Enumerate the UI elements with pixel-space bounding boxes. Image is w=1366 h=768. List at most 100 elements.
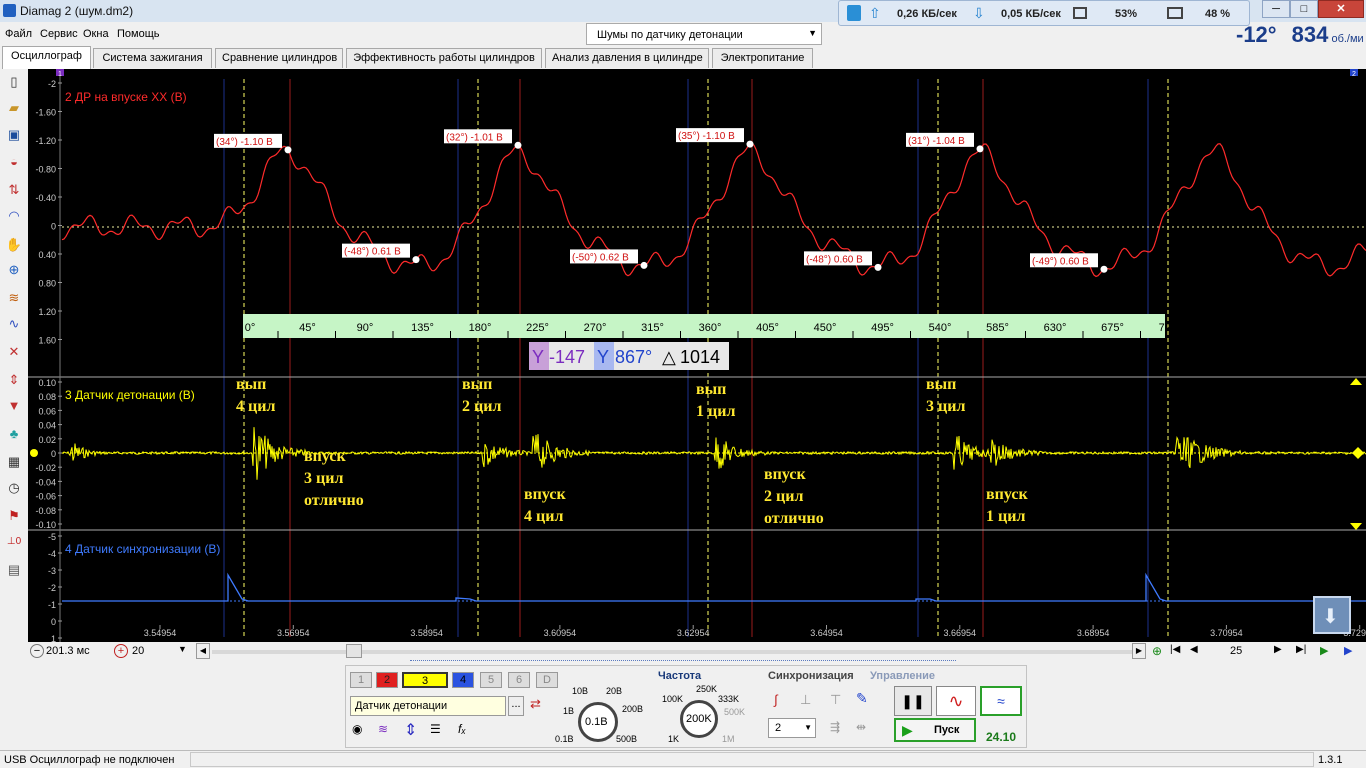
waveform-icon[interactable]: ≋ [378,722,396,740]
table-icon[interactable]: ▦ [4,452,24,472]
continuous-button[interactable]: ≈ [980,686,1022,716]
tab-cylinder-compare[interactable]: Сравнение цилиндров [215,48,343,68]
ch2-trough-label: (-50°) 0.62 В [572,252,629,263]
zoom-in-icon[interactable]: + [114,644,128,658]
notes-icon[interactable]: ▤ [4,560,24,580]
vertical-move-icon[interactable]: ⇕ [404,720,422,739]
degree-tick-label: 180° [469,322,492,334]
lines-icon[interactable]: ☰ [430,722,448,740]
time-tick-label: 3.68954 [1077,628,1110,638]
start-button[interactable]: ▶ Пуск [894,718,976,742]
upload-arrow-icon: ⇧ [869,5,881,21]
channel-digital-button[interactable]: D [536,672,558,688]
tree-icon[interactable]: ♣ [4,424,24,444]
filter-icon[interactable]: ▼ [4,396,24,416]
status-panel [190,752,1314,767]
mode-select[interactable]: Шумы по датчику детонации ▼ [586,23,822,45]
scroll-right-icon[interactable]: ▶ [1132,643,1146,659]
play-icon[interactable]: ▶ [1320,644,1328,657]
new-file-icon[interactable]: ▯ [4,72,24,92]
open-folder-icon[interactable]: ▰ [4,98,24,118]
auto-scale-icon[interactable]: ◒ [4,152,24,172]
ch2-trough-point [1100,265,1108,273]
single-shot-button[interactable]: ∿ [936,686,976,716]
channel-3-button[interactable]: 3 [402,672,448,688]
tab-power[interactable]: Электропитание [712,48,813,68]
freq-1k: 1K [668,734,680,744]
sensor-swap-icon[interactable]: ⇄ [530,696,548,716]
marker-counter: ⊥0 [6,536,22,547]
zoom-out-icon[interactable]: − [30,644,44,658]
channel-1-button[interactable]: 1 [350,672,372,688]
menu-windows[interactable]: Окна [83,28,109,40]
oscilloscope-view[interactable]: -2 -1.60 -1.20 -0.80 -0.40 0 0.40 0.80 1.20 1.60 0… [28,69,1366,642]
cursor-line-icon[interactable]: ⇕ [4,370,24,390]
counter-value: 0 [15,536,22,547]
sync-pulse-up-icon[interactable]: ⊥ [800,692,811,708]
auto-timer-icon[interactable]: ◷ [4,478,24,498]
oscilloscope-canvas[interactable]: -2 -1.60 -1.20 -0.80 -0.40 0 0.40 0.80 1.20 1.60 0… [28,69,1366,642]
eye-icon[interactable]: ◉ [352,722,370,740]
ch3-annotation: вып 2 цил [462,376,501,415]
close-button[interactable]: ✕ [1318,0,1364,18]
scroll-left-icon[interactable]: ◀ [196,643,210,659]
sync-channel-select[interactable]: 2 ▼ [768,718,816,738]
voltage-20v: 20В [606,686,623,696]
tab-ignition[interactable]: Система зажигания [93,48,212,68]
freq-250k: 250K [696,684,718,694]
hand-tool-icon[interactable]: ✋ [4,235,24,255]
channel-4-button[interactable]: 4 [452,672,474,688]
marker2-tag: 2 [1352,71,1356,78]
sensor-more-button[interactable]: ... [508,696,524,716]
delta-icon: △ [662,347,676,367]
scroll-thumb[interactable] [346,644,362,658]
freq-500k: 500K [724,707,746,717]
sync-pulse-down-icon[interactable]: ⊤ [830,692,841,708]
sine-wave-icon[interactable]: ∿ [4,314,24,334]
status-text: USB Осциллограф не подключен [4,754,175,766]
tab-cylinder-efficiency[interactable]: Эффективность работы цилиндров [346,48,542,68]
sync-center-icon[interactable]: ⇹ [856,720,866,734]
pause-button[interactable]: ❚❚ [894,686,932,716]
menu-file[interactable]: Файл [5,28,32,40]
sync-channel-value: 2 [775,722,782,734]
channel-6-button[interactable]: 6 [508,672,530,688]
ch3-ytick-label: -0.06 [35,492,56,502]
channel-5-button[interactable]: 5 [480,672,502,688]
sensor-field[interactable]: Датчик детонации [350,696,506,716]
download-rate: 0,05 КБ/сек [1001,8,1061,20]
timebase-value[interactable]: 201.3 мс [46,645,90,657]
control-title: Управление [870,670,936,682]
sync-auto-icon[interactable]: ✎ [856,690,868,707]
sync-move-icon[interactable]: ⇶ [830,720,840,734]
ch4-trace [62,572,1366,602]
ch2-peak-point [976,145,984,153]
zoom-icon[interactable]: ⊕ [4,260,24,280]
flag-icon[interactable]: ⚑ [4,506,24,526]
prev-frame-icon[interactable]: ◀ [1190,644,1198,655]
maximize-button[interactable]: □ [1290,0,1318,18]
status-bar: USB Осциллограф не подключен 1.3.1 [0,750,1366,768]
cross-cursor-icon[interactable]: ✕ [4,342,24,362]
tab-cylinder-pressure[interactable]: Анализ давления в цилиндре [545,48,709,68]
ch4-ytick-label: -5 [48,532,56,542]
tab-oscilloscope[interactable]: Осциллограф [2,46,91,69]
last-frame-icon[interactable]: ▶| [1296,644,1306,655]
menu-help[interactable]: Помощь [117,28,160,40]
next-frame-icon[interactable]: ▶ [1274,644,1282,655]
channel-2-button[interactable]: 2 [376,672,398,688]
save-icon[interactable]: ▣ [4,125,24,145]
play-fast-icon[interactable]: ▶ [1344,644,1352,657]
wave-icon[interactable]: ≋ [4,288,24,308]
add-frame-icon[interactable]: ⊕ [1152,644,1162,658]
scale-fit-icon[interactable]: ⇅ [4,180,24,200]
sync-rising-icon[interactable]: ∫ [774,692,778,707]
divisions-dropdown-icon[interactable]: ▼ [178,644,187,654]
function-icon[interactable]: fₓ [458,722,466,736]
first-frame-icon[interactable]: |◀ [1170,644,1180,655]
divisions-value[interactable]: 20 [132,645,144,657]
menu-service[interactable]: Сервис [40,28,78,40]
arc-icon[interactable]: ◠ [4,206,24,226]
minimize-button[interactable]: ─ [1262,0,1290,18]
download-arrow-icon: ⇩ [973,5,985,21]
